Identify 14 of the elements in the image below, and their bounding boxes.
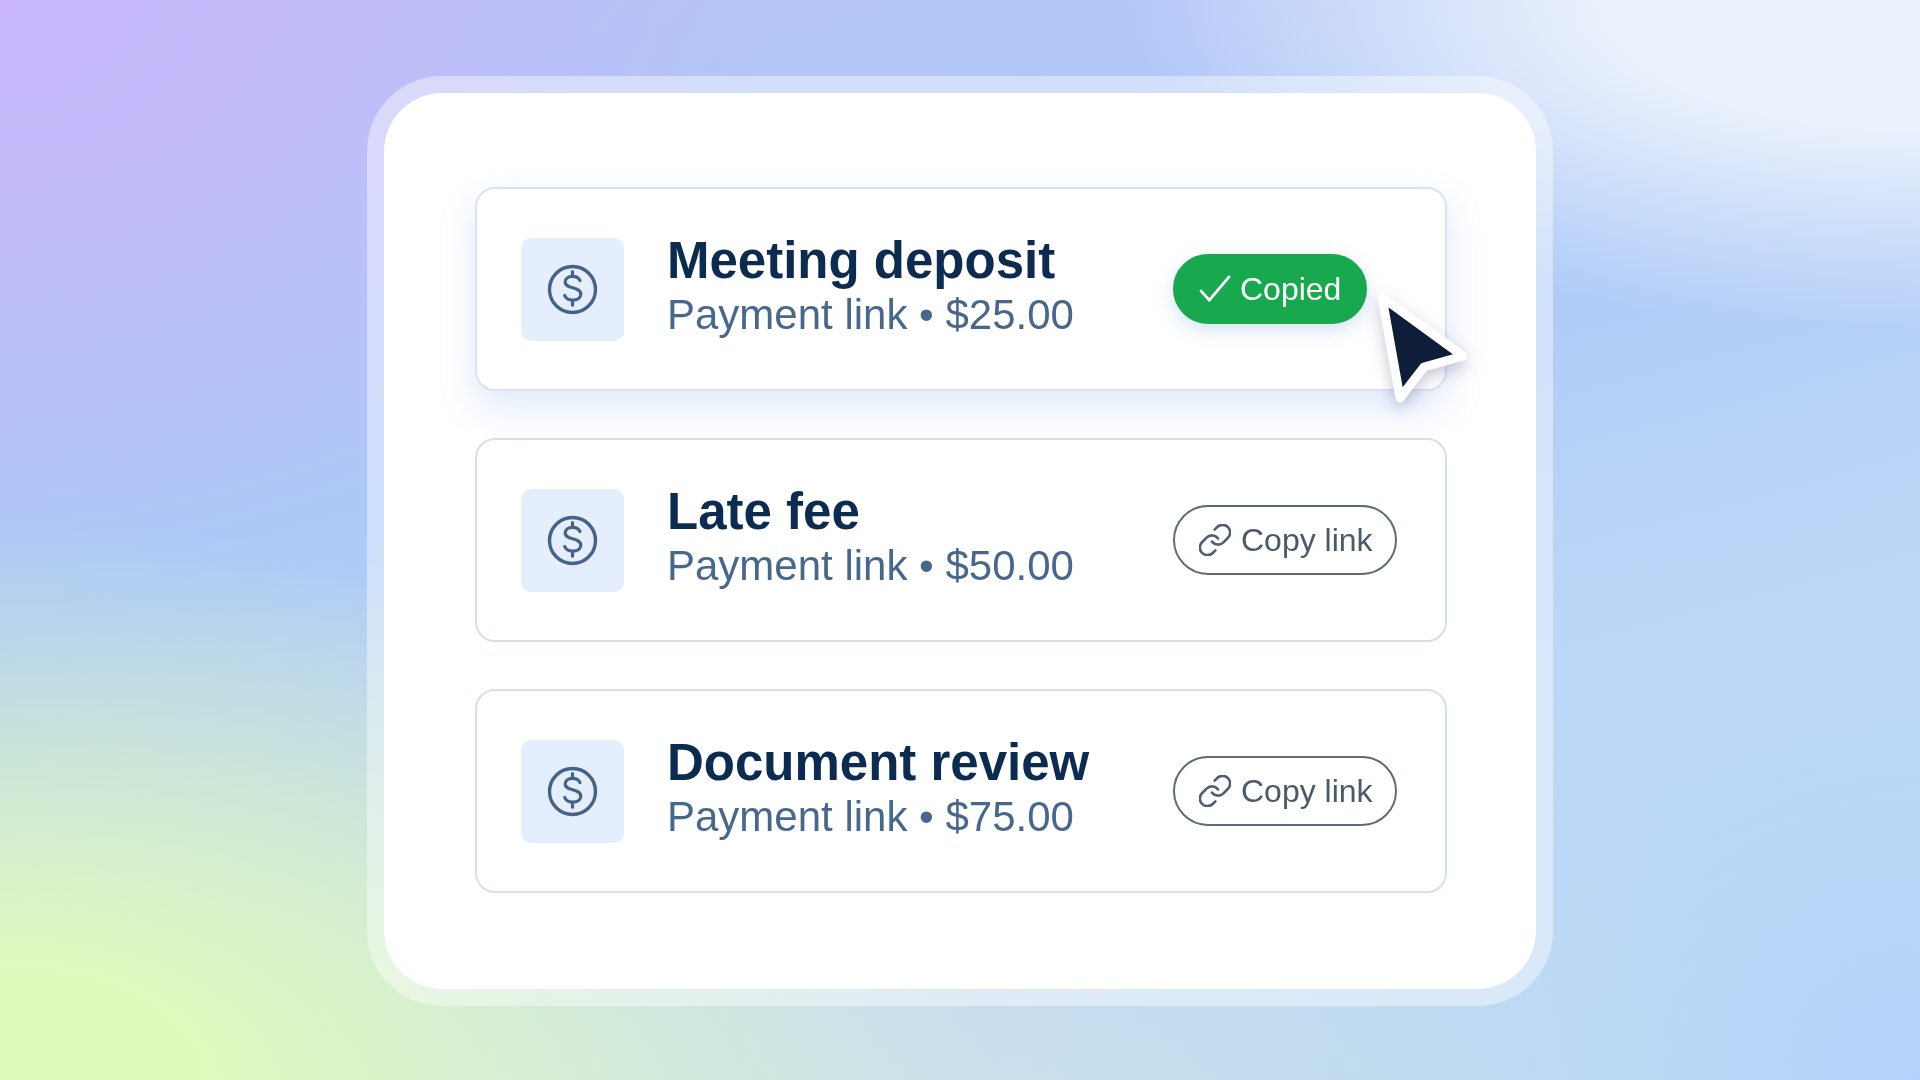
link-title: Meeting deposit <box>667 233 1056 289</box>
link-icon <box>1199 524 1231 556</box>
link-title: Late fee <box>667 484 860 540</box>
link-title: Document review <box>667 735 1090 791</box>
copy-link-button[interactable]: Copy link <box>1173 505 1397 575</box>
link-details: Payment link • $25.00 <box>667 290 1074 340</box>
dollar-coin-icon <box>521 739 624 843</box>
copy-link-button[interactable]: Copy link <box>1173 756 1397 826</box>
dollar-coin-icon <box>521 488 624 592</box>
dollar-coin-icon <box>521 237 624 341</box>
check-icon <box>1199 275 1231 303</box>
link-details: Payment link • $50.00 <box>667 541 1074 591</box>
link-icon <box>1199 775 1231 807</box>
link-details: Payment link • $75.00 <box>667 792 1074 842</box>
